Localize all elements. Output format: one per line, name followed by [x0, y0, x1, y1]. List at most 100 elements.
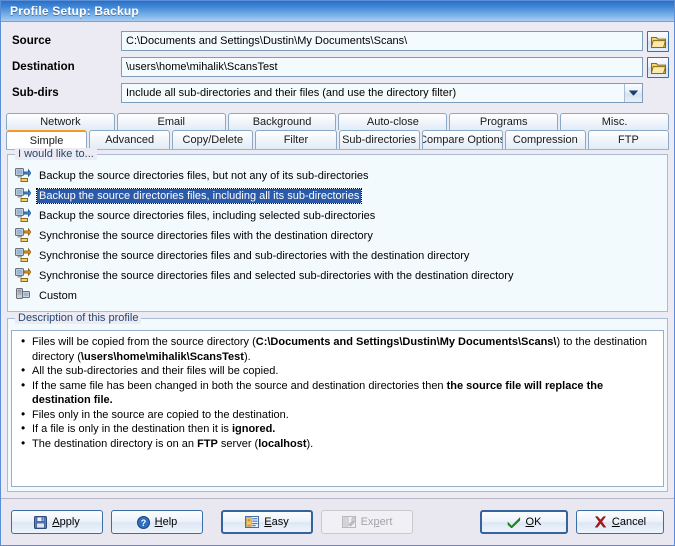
tab-label: Advanced — [105, 134, 155, 146]
help-button-label: Help — [154, 516, 178, 528]
cancel-button-label: Cancel — [611, 516, 647, 528]
folder-open-icon — [650, 62, 666, 74]
list-item-label: Backup the source directories files, inc… — [39, 210, 376, 222]
backup-computer-icon — [15, 207, 32, 225]
destination-browse-button[interactable] — [647, 56, 669, 78]
dialog-button-bar: Apply ? Help Easy Expert OK Cancel — [1, 498, 674, 545]
tab-programs[interactable]: Programs — [449, 113, 559, 130]
description-text: All the sub-directories and their files … — [32, 365, 279, 377]
description-groupbox: Description of this profile Files will b… — [7, 312, 668, 492]
dialog-body: Source Destination — [1, 22, 674, 498]
tab-label: FTP — [618, 134, 639, 146]
description-emphasis: \users\home\mihalik\ScansTest — [80, 350, 244, 363]
title-bar: Profile Setup: Backup — [1, 1, 674, 22]
description-text: server ( — [217, 437, 259, 450]
expert-button-label: Expert — [360, 516, 393, 528]
tab-compare-options[interactable]: Compare Options — [421, 130, 503, 149]
easy-button-label: Easy — [264, 516, 289, 528]
list-item[interactable]: Synchronise the source directories files… — [11, 226, 664, 246]
description-bullet: If a file is only in the destination the… — [21, 421, 657, 437]
description-emphasis: FTP — [197, 437, 218, 450]
source-label: Source — [12, 35, 51, 47]
tab-auto-close[interactable]: Auto-close — [338, 113, 448, 130]
tab-row-secondary: Network Email Background Auto-close Prog… — [6, 111, 669, 130]
chevron-down-icon — [629, 90, 638, 96]
list-item[interactable]: Backup the source directories files, inc… — [11, 186, 664, 206]
tab-background[interactable]: Background — [227, 113, 337, 130]
expert-button: Expert — [321, 510, 413, 534]
tab-label: Network — [40, 116, 81, 128]
subdirs-selected-value: Include all sub-directories and their fi… — [126, 87, 457, 99]
list-item[interactable]: Backup the source directories files, but… — [11, 166, 664, 186]
description-text: If the same file has been changed in bot… — [32, 379, 447, 392]
subdirs-label: Sub-dirs — [12, 87, 59, 99]
list-item-label: Backup the source directories files, but… — [39, 170, 369, 182]
tab-label: Email — [157, 116, 185, 128]
easy-button[interactable]: Easy — [221, 510, 313, 534]
tab-filter[interactable]: Filter — [255, 130, 337, 149]
list-item-label: Synchronise the source directories files… — [39, 230, 373, 242]
description-bullet: If the same file has been changed in bot… — [21, 378, 657, 408]
tab-copy-delete[interactable]: Copy/Delete — [172, 130, 254, 149]
description-panel: Files will be copied from the source dir… — [11, 330, 664, 487]
list-item[interactable]: Synchronise the source directories files… — [11, 246, 664, 266]
tab-label: Copy/Delete — [182, 134, 244, 146]
tab-misc[interactable]: Misc. — [560, 113, 669, 130]
help-button[interactable]: ? Help — [111, 510, 203, 534]
tab-simple[interactable]: Simple — [6, 130, 88, 149]
tab-ftp[interactable]: FTP — [587, 130, 669, 149]
source-input[interactable] — [121, 31, 643, 51]
description-emphasis: C:\Documents and Settings\Dustin\My Docu… — [255, 336, 557, 348]
id-card-icon — [245, 516, 260, 528]
description-text: If a file is only in the destination the… — [32, 423, 232, 435]
subdirs-dropdown-arrow[interactable] — [624, 84, 642, 102]
description-bullet: All the sub-directories and their files … — [21, 363, 657, 379]
list-item[interactable]: Custom — [11, 286, 664, 306]
question-circle-icon: ? — [136, 515, 150, 529]
expert-tool-icon — [341, 516, 356, 528]
source-browse-button[interactable] — [647, 30, 669, 52]
sync-computer-icon — [15, 267, 32, 285]
window-title: Profile Setup: Backup — [10, 4, 139, 18]
description-bullet: The destination directory is on an FTP s… — [21, 436, 657, 452]
list-item[interactable]: Backup the source directories files, inc… — [11, 206, 664, 226]
subdirs-select[interactable]: Include all sub-directories and their fi… — [121, 83, 643, 103]
tab-label: Compression — [512, 134, 578, 146]
confirm-button-group: OK Cancel — [480, 510, 664, 534]
tab-compression[interactable]: Compression — [504, 130, 586, 149]
destination-row: Destination — [6, 56, 669, 78]
tab-label: Compare Options — [421, 134, 503, 146]
folder-open-icon — [650, 36, 666, 48]
tab-label: Background — [252, 116, 312, 128]
tab-sub-directories[interactable]: Sub-directories — [338, 130, 420, 149]
cancel-button[interactable]: Cancel — [576, 510, 664, 534]
description-emphasis: ignored. — [231, 423, 276, 435]
tab-email[interactable]: Email — [116, 113, 226, 130]
description-text: Files will be copied from the source dir… — [32, 336, 256, 348]
list-item-label: Custom — [39, 290, 77, 302]
tab-label: Simple — [29, 134, 64, 147]
ok-button-label: OK — [525, 516, 542, 528]
floppy-save-icon — [34, 515, 48, 529]
apply-button[interactable]: Apply — [11, 510, 103, 534]
description-bullet: Files only in the source are copied to t… — [21, 407, 657, 423]
source-row: Source — [6, 30, 669, 52]
tab-network[interactable]: Network — [6, 113, 115, 130]
list-item[interactable]: Synchronise the source directories files… — [11, 266, 664, 286]
actions-groupbox: I would like to... Backup the source dir… — [7, 148, 668, 312]
tab-advanced[interactable]: Advanced — [89, 130, 171, 149]
destination-input[interactable] — [121, 57, 643, 77]
tab-page-simple: I would like to... Backup the source dir… — [6, 148, 669, 498]
tab-row-primary: Simple Advanced Copy/Delete Filter Sub-d… — [6, 130, 669, 149]
ok-button[interactable]: OK — [480, 510, 568, 534]
actions-groupbox-title: I would like to... — [15, 148, 97, 160]
tab-label: Misc. — [601, 116, 628, 128]
backup-computer-icon — [15, 167, 32, 185]
backup-computer-icon — [15, 187, 32, 205]
tab-label: Programs — [479, 116, 528, 128]
description-groupbox-title: Description of this profile — [15, 312, 142, 324]
list-item-label: Backup the source directories files, inc… — [35, 188, 363, 204]
sync-computer-icon — [15, 227, 32, 245]
description-emphasis: localhost — [258, 437, 307, 450]
tab-label: Auto-close — [366, 116, 419, 128]
